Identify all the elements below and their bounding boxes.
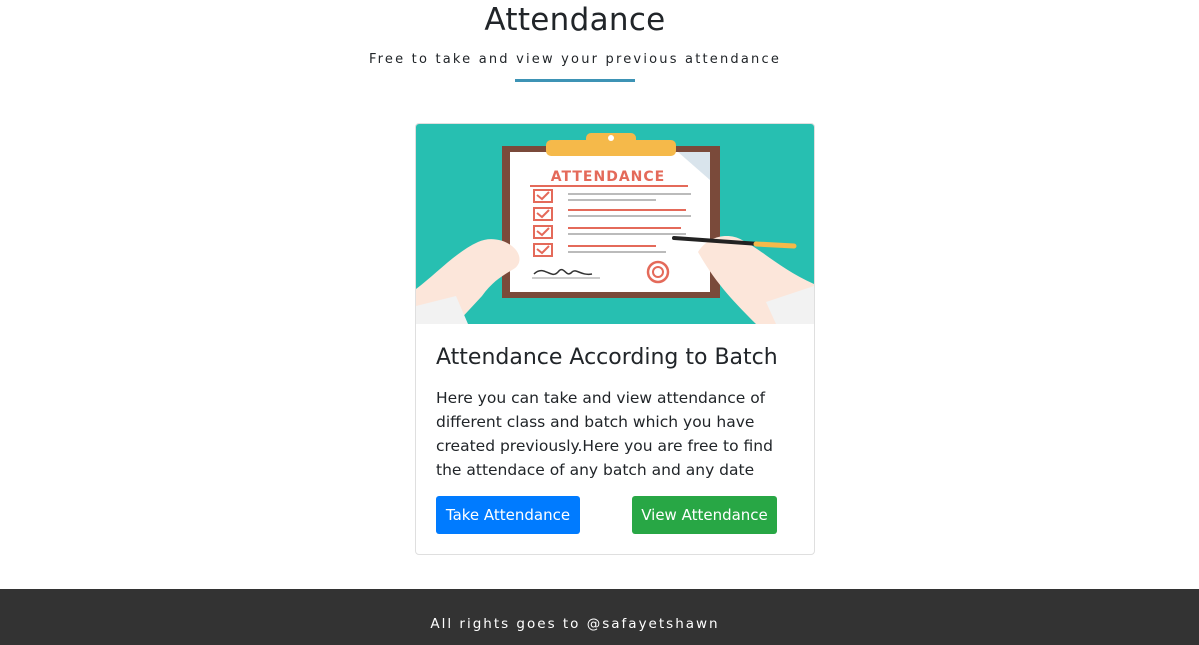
view-attendance-button[interactable]: View Attendance xyxy=(632,496,777,534)
attendance-card: ATTENDANCE Attendance According to Batch… xyxy=(415,123,815,555)
page-footer: All rights goes to @safayetshawn xyxy=(0,589,1199,645)
footer-credit: All rights goes to @safayetshawn xyxy=(430,616,720,632)
page-subtitle: Free to take and view your previous atte… xyxy=(368,52,782,67)
clip-hole xyxy=(608,135,614,141)
attendance-clipboard-illustration: ATTENDANCE xyxy=(416,124,814,324)
card-title: Attendance According to Batch xyxy=(436,345,778,370)
attendance-illustration-heading: ATTENDANCE xyxy=(551,169,665,185)
clipboard-illustration-svg: ATTENDANCE xyxy=(416,133,814,324)
card-description: Here you can take and view attendance of… xyxy=(436,389,773,479)
pen-cap xyxy=(753,241,797,249)
take-attendance-button[interactable]: Take Attendance xyxy=(436,496,580,534)
page-title: Attendance xyxy=(484,2,666,38)
title-underline xyxy=(515,79,635,82)
